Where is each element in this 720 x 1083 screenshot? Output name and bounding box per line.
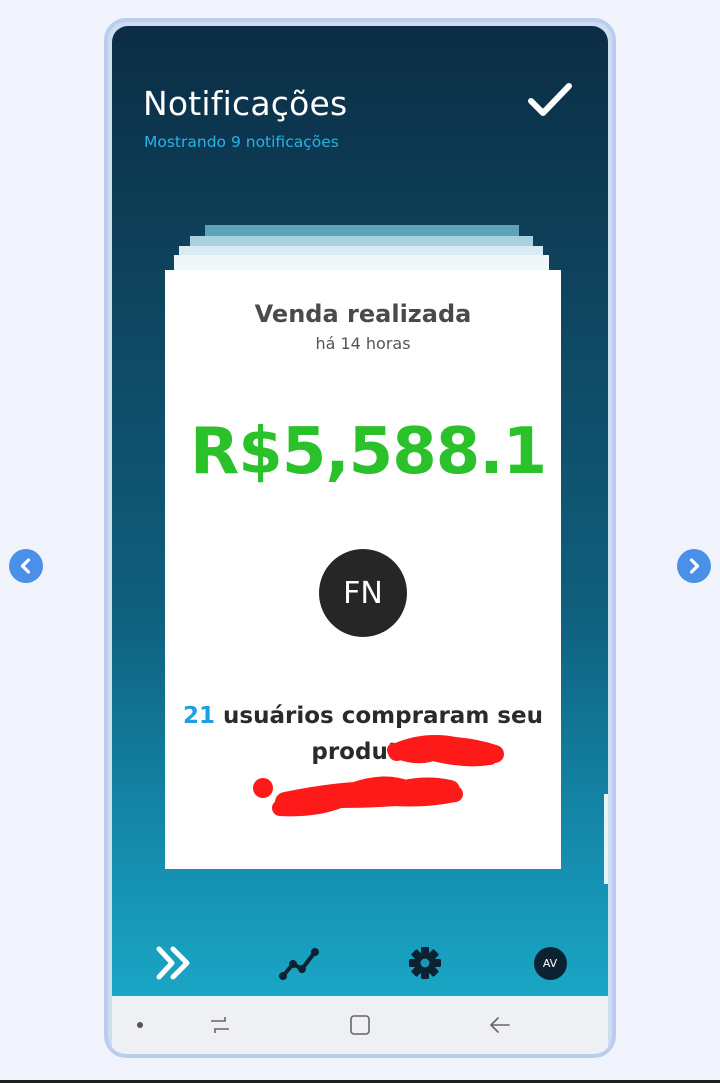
bottom-tab-bar: AV: [112, 928, 608, 996]
avatar: AV: [533, 946, 567, 980]
redaction-scribble: [253, 735, 504, 817]
notification-card[interactable]: Venda realizada há 14 horas R$5,588.1...…: [165, 270, 561, 869]
tab-notifications[interactable]: [152, 944, 196, 982]
system-nav-bar: [112, 996, 608, 1054]
settings-icon: [409, 947, 441, 979]
nav-recent-apps[interactable]: [204, 1010, 236, 1040]
home-icon: [350, 1015, 370, 1035]
dot-icon: [137, 1022, 143, 1028]
nav-home[interactable]: [344, 1010, 376, 1040]
nav-back[interactable]: [484, 1010, 516, 1040]
previous-button[interactable]: [9, 549, 43, 583]
app-screen: Notificações Mostrando 9 notificações Ve…: [112, 26, 608, 996]
tab-profile[interactable]: AV: [530, 944, 570, 982]
chevron-right-icon: [689, 558, 700, 574]
page-title: Notificações: [143, 84, 348, 123]
tab-statistics[interactable]: [277, 944, 321, 982]
back-icon: [490, 1017, 510, 1033]
chevron-left-icon: [20, 558, 31, 574]
phone-frame: Notificações Mostrando 9 notificações Ve…: [104, 18, 616, 1058]
next-button[interactable]: [677, 549, 711, 583]
recent-apps-icon: [211, 1017, 229, 1033]
mark-read-button[interactable]: [526, 80, 574, 124]
nav-dot[interactable]: [130, 1010, 150, 1040]
stats-icon: [279, 948, 319, 980]
notification-count: Mostrando 9 notificações: [144, 133, 339, 151]
notifications-icon: [156, 946, 190, 980]
check-icon: [528, 83, 572, 116]
tab-settings[interactable]: [405, 944, 445, 982]
scrollbar[interactable]: [604, 794, 608, 884]
